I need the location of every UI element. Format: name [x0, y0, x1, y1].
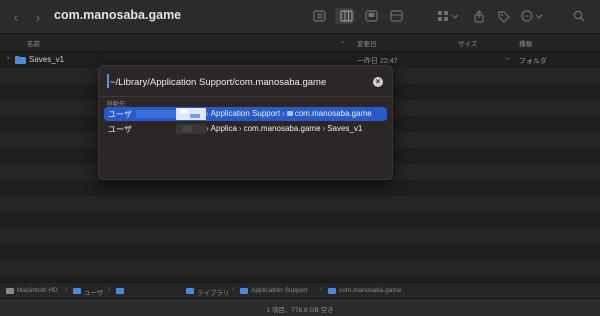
clear-icon[interactable]: ×	[373, 77, 383, 87]
group-icon[interactable]	[436, 8, 460, 24]
status-text: 1 項目、778.8 GB 空き	[266, 307, 334, 314]
redacted-username	[176, 124, 206, 134]
empty-row	[0, 228, 600, 244]
empty-row	[0, 260, 600, 276]
path-separator: ›	[238, 124, 242, 133]
view-columns-icon	[339, 8, 353, 24]
tag-icon[interactable]	[496, 8, 510, 24]
file-size: --	[505, 56, 510, 63]
suggestion-part: com.manosaba.game	[243, 124, 321, 133]
status-bar: 1 項目、778.8 GB 空き	[0, 298, 600, 316]
action-icon[interactable]	[520, 8, 544, 24]
column-date-header[interactable]: 変更日	[357, 38, 377, 48]
breadcrumb-item[interactable]: com.manosaba.game	[339, 287, 402, 294]
path-field[interactable]: ×	[107, 72, 384, 92]
path-separator: ›	[282, 109, 285, 118]
breadcrumb-item[interactable]: ライブラリ	[197, 287, 230, 297]
text-caret	[107, 74, 109, 88]
file-kind: フォルダ	[519, 58, 547, 65]
forward-button[interactable]: ›	[32, 9, 44, 25]
path-separator: ›	[320, 286, 323, 293]
share-icon[interactable]	[472, 8, 486, 24]
path-separator: ›	[206, 109, 209, 118]
divider	[99, 96, 392, 97]
folder-icon	[240, 288, 248, 294]
folder-icon	[328, 288, 336, 294]
path-bar: Macintosh HD › ユーザ › ライブラリ › Application…	[0, 282, 600, 298]
breadcrumb-item[interactable]: Macintosh HD	[17, 287, 58, 294]
suggestion-user-label: ユーザ	[108, 125, 132, 134]
suggestion-path: › Application Support › com.manosaba.game	[204, 109, 372, 118]
path-separator: ›	[108, 286, 111, 293]
redacted-username	[136, 108, 206, 120]
disk-icon	[6, 288, 14, 294]
view-icon-grid-icon[interactable]	[389, 8, 403, 24]
column-kind-header[interactable]: 種類	[519, 38, 532, 48]
window-title: com.manosaba.game	[54, 8, 182, 22]
folder-icon	[73, 288, 81, 294]
search-icon[interactable]	[572, 8, 586, 24]
suggestion-part: Application Support	[210, 109, 281, 118]
file-name: Saves_v1	[29, 55, 65, 64]
view-gallery-icon[interactable]	[364, 8, 378, 24]
column-name-header[interactable]: 名前	[27, 38, 40, 48]
suggestion-user-label: ユーザ	[108, 110, 132, 119]
view-list-icon[interactable]	[312, 8, 326, 24]
suggestion-item[interactable]: ユーザ › Application Support › com.manosaba.ga…	[104, 107, 387, 121]
folder-icon	[286, 111, 293, 116]
folder-icon	[186, 288, 194, 294]
go-to-folder-dialog: × 移動先: ユーザ ›Application Support›com.mano…	[98, 65, 393, 180]
path-input[interactable]	[110, 74, 360, 90]
column-size-header[interactable]: サイズ	[458, 38, 477, 48]
back-button[interactable]: ‹	[10, 9, 22, 25]
suggestion-part: Applica	[210, 124, 237, 133]
column-header-row: 名前 ⌄ 変更日 サイズ 種類	[0, 34, 600, 52]
suggestion-part: com.manosaba.game	[294, 109, 372, 118]
path-separator: ›	[322, 124, 326, 133]
suggestion-part: Saves_v1	[327, 124, 363, 133]
path-separator: ›	[232, 286, 235, 293]
path-separator: ›	[65, 286, 68, 293]
folder-icon	[116, 288, 124, 294]
suggestion-path: › Applica › com.manosaba.game › Saves_v1	[204, 124, 362, 133]
folder-icon	[15, 56, 26, 64]
empty-row	[0, 196, 600, 212]
disclosure-triangle-icon[interactable]: ›	[7, 55, 9, 62]
path-separator: ›	[206, 124, 209, 133]
sort-chevron-icon: ⌄	[340, 39, 346, 45]
toolbar: ‹ › com.manosaba.game	[0, 0, 600, 34]
suggestion-item[interactable]: ユーザ › Applica › com.manosaba.game › Saves_v1	[104, 122, 387, 136]
breadcrumb-item[interactable]: Application Support	[251, 287, 307, 294]
breadcrumb-item[interactable]: ユーザ	[84, 287, 103, 297]
